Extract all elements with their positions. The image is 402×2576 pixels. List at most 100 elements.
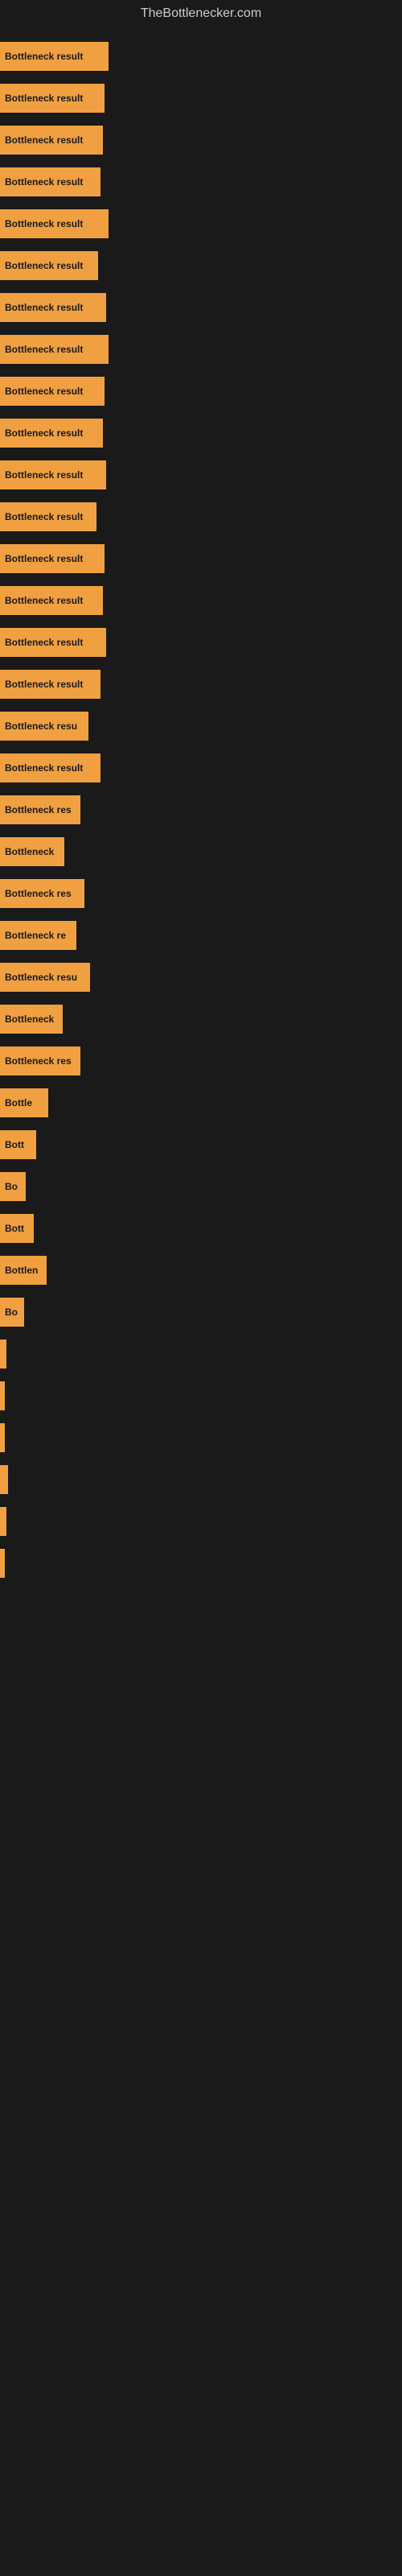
bottleneck-bar: Bottleneck result — [0, 293, 106, 322]
bar-row: Bottleneck result — [0, 621, 402, 663]
bottleneck-bar: Bottleneck result — [0, 502, 96, 531]
bottleneck-bar: Bottleneck — [0, 1005, 63, 1034]
bar-row: Bottleneck result — [0, 663, 402, 705]
bottleneck-bar: Bottleneck res — [0, 879, 84, 908]
bottleneck-bar: Bottleneck res — [0, 1046, 80, 1075]
bar-row: Bottleneck result — [0, 161, 402, 203]
bar-row: Bottleneck result — [0, 287, 402, 328]
bar-row: Bottleneck result — [0, 370, 402, 412]
bar-label: Bottleneck — [5, 1013, 54, 1025]
bottleneck-bar — [0, 1381, 5, 1410]
bar-label: Bott — [5, 1223, 24, 1234]
bar-label: Bottleneck result — [5, 51, 83, 62]
bottleneck-bar: Bottleneck result — [0, 544, 105, 573]
bar-label: Bottleneck re — [5, 930, 66, 941]
bar-row: Bottleneck result — [0, 412, 402, 454]
bar-row: Bottleneck result — [0, 538, 402, 580]
bar-row: Bottleneck re — [0, 914, 402, 956]
bottleneck-bar: Bottleneck — [0, 837, 64, 866]
bar-row: Bott — [0, 1124, 402, 1166]
bar-label: Bottleneck result — [5, 218, 83, 229]
bottleneck-bar: Bottleneck re — [0, 921, 76, 950]
bar-row: Bottle — [0, 1082, 402, 1124]
bar-label: Bottleneck res — [5, 804, 72, 815]
bar-label: Bottleneck result — [5, 553, 83, 564]
bottleneck-bar: Bottleneck result — [0, 628, 106, 657]
bar-label: Bottleneck res — [5, 888, 72, 899]
bar-label: Bottleneck result — [5, 134, 83, 146]
bar-label: Bo — [5, 1307, 18, 1318]
bar-row: Bottleneck result — [0, 580, 402, 621]
bottleneck-bar: Bottleneck result — [0, 670, 100, 699]
bottleneck-bar: Bottleneck result — [0, 460, 106, 489]
bottleneck-bar: Bottlen — [0, 1256, 47, 1285]
bar-row: Bottleneck resu — [0, 705, 402, 747]
bar-row: Bottleneck result — [0, 77, 402, 119]
bar-row: Bottleneck — [0, 831, 402, 873]
bar-label: Bottleneck resu — [5, 972, 77, 983]
bar-label: Bottleneck resu — [5, 720, 77, 732]
bar-row: Bottleneck — [0, 998, 402, 1040]
bottleneck-bar: Bottle — [0, 1088, 48, 1117]
bottleneck-bar: Bottleneck result — [0, 377, 105, 406]
bar-label: Bottleneck result — [5, 637, 83, 648]
bar-label: Bottleneck result — [5, 93, 83, 104]
bottleneck-bar: Bottleneck result — [0, 126, 103, 155]
bar-row: Bottleneck res — [0, 789, 402, 831]
site-title: TheBottlenecker.com — [0, 0, 402, 27]
bar-label: Bottleneck result — [5, 469, 83, 481]
bar-row: Bottleneck result — [0, 119, 402, 161]
bar-label: Bottleneck result — [5, 386, 83, 397]
bottleneck-bar: Bottleneck result — [0, 586, 103, 615]
bar-label: Bottleneck result — [5, 595, 83, 606]
bottleneck-bar: Bottleneck result — [0, 419, 103, 448]
bottleneck-bar: Bottleneck result — [0, 251, 98, 280]
bar-row: Bottleneck result — [0, 245, 402, 287]
bottleneck-bar — [0, 1340, 6, 1368]
bar-label: Bottlen — [5, 1265, 38, 1276]
bottleneck-bar: Bottleneck result — [0, 167, 100, 196]
bottleneck-bar: Bo — [0, 1298, 24, 1327]
bar-label: Bott — [5, 1139, 24, 1150]
bar-label: Bottleneck result — [5, 427, 83, 439]
bar-row — [0, 1542, 402, 1584]
bottleneck-bar — [0, 1465, 8, 1494]
bar-row: Bottleneck result — [0, 328, 402, 370]
bar-row — [0, 1459, 402, 1501]
bottleneck-bar: Bott — [0, 1214, 34, 1243]
bar-row: Bottleneck result — [0, 454, 402, 496]
bar-row: Bottleneck res — [0, 1040, 402, 1082]
bar-label: Bottleneck result — [5, 344, 83, 355]
bar-row: Bo — [0, 1291, 402, 1333]
bar-row: Bott — [0, 1208, 402, 1249]
bottleneck-bar: Bottleneck result — [0, 753, 100, 782]
bottleneck-bar: Bottleneck result — [0, 209, 109, 238]
bar-label: Bo — [5, 1181, 18, 1192]
bottleneck-bar: Bo — [0, 1172, 26, 1201]
bottleneck-bar: Bottleneck res — [0, 795, 80, 824]
bar-label: Bottleneck res — [5, 1055, 72, 1067]
bar-row: Bottleneck result — [0, 35, 402, 77]
bottleneck-bar: Bottleneck result — [0, 84, 105, 113]
bottleneck-bar: Bott — [0, 1130, 36, 1159]
bars-container: Bottleneck result Bottleneck result Bottle… — [0, 27, 402, 1592]
bar-row: Bottleneck result — [0, 496, 402, 538]
bottleneck-bar: Bottleneck resu — [0, 963, 90, 992]
bottleneck-bar: Bottleneck resu — [0, 712, 88, 741]
bar-label: Bottleneck — [5, 846, 54, 857]
bar-row — [0, 1501, 402, 1542]
bottleneck-bar — [0, 1549, 5, 1578]
bar-label: Bottleneck result — [5, 511, 83, 522]
bottleneck-bar — [0, 1423, 5, 1452]
bottleneck-bar: Bottleneck result — [0, 42, 109, 71]
bottleneck-bar — [0, 1507, 6, 1536]
bar-row — [0, 1417, 402, 1459]
bar-row — [0, 1375, 402, 1417]
bar-row: Bo — [0, 1166, 402, 1208]
bar-row: Bottleneck res — [0, 873, 402, 914]
bar-row: Bottleneck result — [0, 747, 402, 789]
bottleneck-bar: Bottleneck result — [0, 335, 109, 364]
bar-label: Bottleneck result — [5, 260, 83, 271]
bar-label: Bottleneck result — [5, 679, 83, 690]
bar-row: Bottleneck result — [0, 203, 402, 245]
